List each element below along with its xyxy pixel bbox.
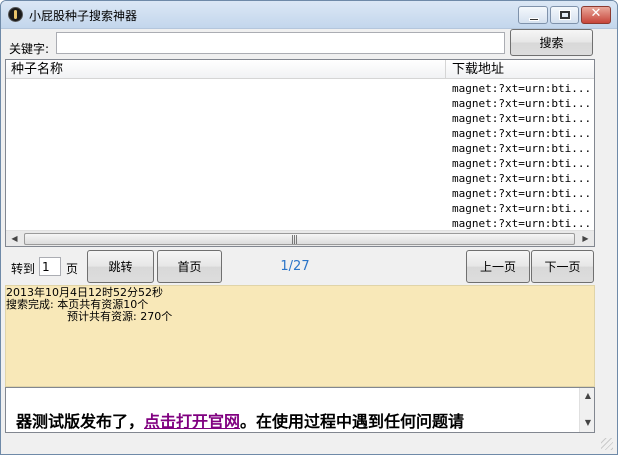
banner-vertical-scrollbar[interactable]: ▲ ▼ (579, 388, 594, 432)
scroll-up-icon[interactable]: ▲ (580, 391, 594, 400)
grip-icon: ||| (291, 235, 298, 245)
announcement-banner: 器测试版发布了，点击打开官网。在使用过程中遇到任何问题请 ▲ ▼ (5, 387, 595, 433)
row-address: magnet:?xt=urn:bti... (452, 187, 592, 200)
list-row[interactable]: magnet:?xt=urn:bti... (6, 216, 594, 231)
list-row[interactable]: magnet:?xt=urn:bti... (6, 126, 594, 141)
row-address: magnet:?xt=urn:bti... (452, 82, 592, 95)
column-header-address[interactable]: 下载地址 (447, 60, 594, 79)
official-site-link[interactable]: 点击打开官网 (144, 412, 240, 431)
first-page-button[interactable]: 首页 (157, 250, 222, 283)
app-window: 小屁股种子搜索神器 ✕ 关键字: 搜索 种子名称 下载地址 magnet:?xt… (0, 0, 618, 455)
scroll-down-icon[interactable]: ▼ (580, 418, 594, 427)
banner-text-before: 器测试版发布了， (16, 412, 145, 431)
row-address: magnet:?xt=urn:bti... (452, 112, 592, 125)
banner-text: 器测试版发布了，点击打开官网。在使用过程中遇到任何问题请 (16, 408, 464, 432)
next-page-button[interactable]: 下一页 (531, 250, 594, 283)
minimize-button[interactable] (518, 6, 548, 24)
page-number-input[interactable] (39, 257, 61, 276)
minimize-icon (529, 18, 539, 21)
page-unit-label: 页 (66, 262, 79, 276)
banner-text-after: 。在使用过程中遇到任何问题请 (240, 412, 465, 431)
list-rows: magnet:?xt=urn:bti... magnet:?xt=urn:bti… (6, 81, 594, 231)
close-icon: ✕ (590, 6, 602, 21)
maximize-icon (559, 10, 571, 20)
scroll-left-icon[interactable]: ◀ (6, 231, 23, 246)
maximize-button[interactable] (550, 6, 579, 24)
resize-grip-icon[interactable] (601, 438, 613, 450)
list-row[interactable]: magnet:?xt=urn:bti... (6, 186, 594, 201)
window-title: 小屁股种子搜索神器 (29, 9, 138, 23)
close-button[interactable]: ✕ (581, 6, 611, 24)
list-header: 种子名称 下载地址 (6, 60, 594, 79)
scrollbar-thumb[interactable]: ||| (24, 233, 575, 245)
column-header-name[interactable]: 种子名称 (6, 60, 446, 79)
row-address: magnet:?xt=urn:bti... (452, 172, 592, 185)
scroll-right-icon[interactable]: ▶ (577, 231, 594, 246)
goto-label: 转到 (11, 262, 36, 276)
status-estimate-line: 预计共有资源: 270个 (67, 310, 173, 323)
list-row[interactable]: magnet:?xt=urn:bti... (6, 201, 594, 216)
app-logo-icon (8, 7, 23, 22)
list-row[interactable]: magnet:?xt=urn:bti... (6, 141, 594, 156)
list-row[interactable]: magnet:?xt=urn:bti... (6, 111, 594, 126)
status-panel: 2013年10月4日12时52分52秒 搜索完成: 本页共有资源10个 预计共有… (5, 285, 595, 387)
row-address: magnet:?xt=urn:bti... (452, 127, 592, 140)
torrent-list[interactable]: 种子名称 下载地址 magnet:?xt=urn:bti... magnet:?… (5, 59, 595, 247)
jump-button[interactable]: 跳转 (87, 250, 154, 283)
keyword-input[interactable] (56, 32, 505, 54)
keyword-label: 关键字: (9, 42, 50, 56)
list-row[interactable]: magnet:?xt=urn:bti... (6, 96, 594, 111)
previous-page-button[interactable]: 上一页 (466, 250, 530, 283)
list-row[interactable]: magnet:?xt=urn:bti... (6, 156, 594, 171)
row-address: magnet:?xt=urn:bti... (452, 217, 592, 230)
row-address: magnet:?xt=urn:bti... (452, 157, 592, 170)
row-address: magnet:?xt=urn:bti... (452, 142, 592, 155)
row-address: magnet:?xt=urn:bti... (452, 97, 592, 110)
page-indicator: 1/27 (280, 259, 310, 274)
row-address: magnet:?xt=urn:bti... (452, 202, 592, 215)
list-row[interactable]: magnet:?xt=urn:bti... (6, 81, 594, 96)
horizontal-scrollbar[interactable]: ◀ ||| ▶ (6, 230, 594, 246)
search-button[interactable]: 搜索 (510, 29, 593, 56)
list-row[interactable]: magnet:?xt=urn:bti... (6, 171, 594, 186)
title-bar[interactable]: 小屁股种子搜索神器 ✕ (1, 1, 617, 29)
